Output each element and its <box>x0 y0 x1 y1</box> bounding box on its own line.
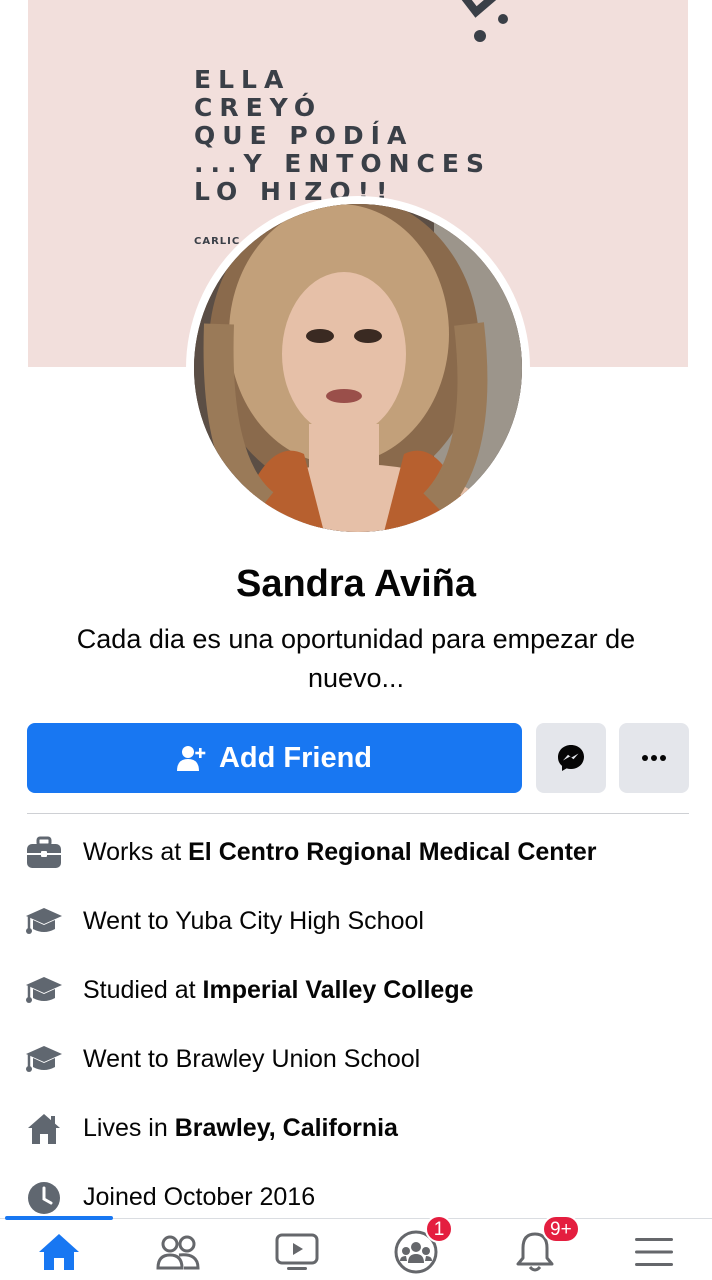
intro-item-text: Went to Yuba City High School <box>83 907 424 935</box>
home-icon <box>39 1234 79 1270</box>
tab-groups[interactable]: 1 <box>357 1215 475 1280</box>
tab-notifications[interactable]: 9+ <box>476 1215 594 1280</box>
intro-item-text: Studied at Imperial Valley College <box>83 976 474 1004</box>
intro-item-text: Joined October 2016 <box>83 1183 316 1211</box>
cover-logo-mark <box>461 0 508 42</box>
more-options-button[interactable] <box>619 723 689 793</box>
more-dots-icon <box>642 755 666 761</box>
profile-picture-frame[interactable] <box>186 196 530 540</box>
cover-quote: ELLA CREYÓ QUE PODÍA ...Y ENTONCES LO HI… <box>194 66 491 206</box>
intro-item-education[interactable]: Studied at Imperial Valley College <box>0 956 712 1025</box>
bottom-tab-bar: 1 9+ <box>0 1215 712 1280</box>
messenger-icon <box>558 745 584 771</box>
watch-icon <box>275 1233 319 1270</box>
intro-item-work[interactable]: Works at El Centro Regional Medical Cent… <box>0 818 712 887</box>
profile-actions: Add Friend <box>27 723 689 793</box>
notifications-badge: 9+ <box>542 1215 580 1243</box>
cover-quote-line: ELLA <box>194 65 291 94</box>
add-friend-button[interactable]: Add Friend <box>27 723 522 793</box>
friends-icon <box>156 1235 200 1270</box>
location-link[interactable]: Brawley, California <box>175 1114 398 1142</box>
cover-quote-line: ...Y ENTONCES <box>194 149 491 178</box>
cover-quote-line: QUE PODÍA <box>194 121 414 150</box>
intro-item-text: Lives in Brawley, California <box>83 1114 398 1142</box>
cover-credit: CARLIC <box>194 236 241 247</box>
message-button[interactable] <box>536 723 606 793</box>
work-icon <box>25 834 63 872</box>
section-divider <box>27 813 689 814</box>
hamburger-menu-icon <box>635 1238 673 1266</box>
home-icon <box>25 1110 63 1148</box>
workplace-link[interactable]: El Centro Regional Medical Center <box>188 838 596 866</box>
clock-icon <box>25 1179 63 1217</box>
college-link[interactable]: Imperial Valley College <box>203 976 474 1004</box>
add-friend-label: Add Friend <box>218 741 373 774</box>
profile-picture[interactable] <box>194 204 522 532</box>
intro-item-education[interactable]: Went to Yuba City High School <box>0 887 712 956</box>
tab-menu[interactable] <box>595 1223 712 1280</box>
education-icon <box>25 972 63 1010</box>
tab-friends[interactable] <box>119 1223 237 1280</box>
profile-bio: Cada dia es una oportunidad para empezar… <box>76 624 636 693</box>
intro-item-education[interactable]: Went to Brawley Union School <box>0 1025 712 1094</box>
cover-quote-line: CREYÓ <box>194 93 323 122</box>
tab-home[interactable] <box>0 1223 118 1280</box>
tab-watch[interactable] <box>238 1223 356 1280</box>
groups-badge: 1 <box>425 1215 453 1243</box>
add-friend-icon <box>176 746 206 771</box>
profile-picture-image <box>194 204 522 532</box>
intro-item-text: Works at El Centro Regional Medical Cent… <box>83 838 597 866</box>
intro-item-location[interactable]: Lives in Brawley, California <box>0 1094 712 1163</box>
education-icon <box>25 903 63 941</box>
education-icon <box>25 1041 63 1079</box>
active-tab-indicator <box>5 1216 113 1220</box>
profile-name: Sandra Aviña <box>235 563 477 605</box>
intro-item-text: Went to Brawley Union School <box>83 1045 421 1073</box>
